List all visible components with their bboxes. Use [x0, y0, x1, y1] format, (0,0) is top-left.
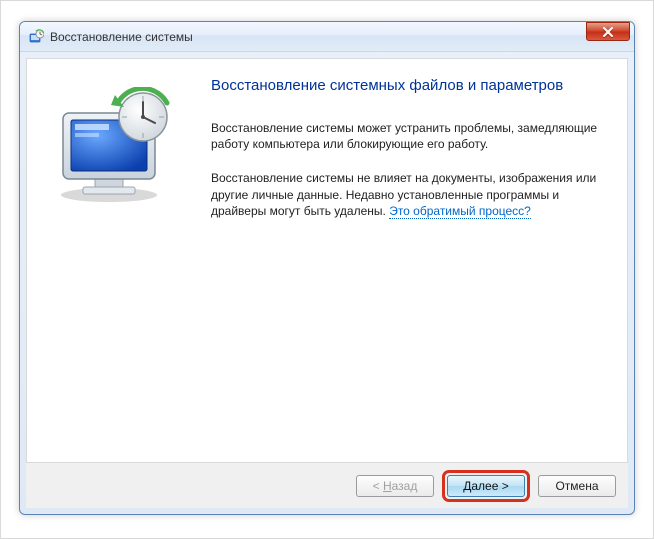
back-button: < Назад — [356, 475, 434, 497]
wizard-body: Восстановление системных файлов и параме… — [26, 58, 628, 462]
wizard-content: Восстановление системных файлов и параме… — [205, 77, 605, 452]
intro-paragraph-2: Восстановление системы не влияет на доку… — [211, 170, 605, 219]
system-restore-illustration — [45, 87, 185, 207]
wizard-image-column — [45, 77, 205, 452]
titlebar[interactable]: Восстановление системы — [20, 22, 634, 52]
system-restore-window: Восстановление системы — [19, 21, 635, 515]
wizard-footer: < Назад Далее > Отмена — [26, 462, 628, 508]
page-heading: Восстановление системных файлов и параме… — [211, 77, 605, 94]
system-restore-icon — [28, 29, 44, 45]
intro-paragraph-1: Восстановление системы может устранить п… — [211, 120, 605, 152]
reversible-process-link[interactable]: Это обратимый процесс? — [389, 204, 531, 219]
next-button[interactable]: Далее > — [447, 475, 525, 497]
cancel-button[interactable]: Отмена — [538, 475, 616, 497]
close-icon — [602, 27, 614, 37]
window-title: Восстановление системы — [50, 30, 628, 44]
close-button[interactable] — [586, 22, 630, 41]
next-button-highlight: Далее > — [442, 470, 530, 502]
